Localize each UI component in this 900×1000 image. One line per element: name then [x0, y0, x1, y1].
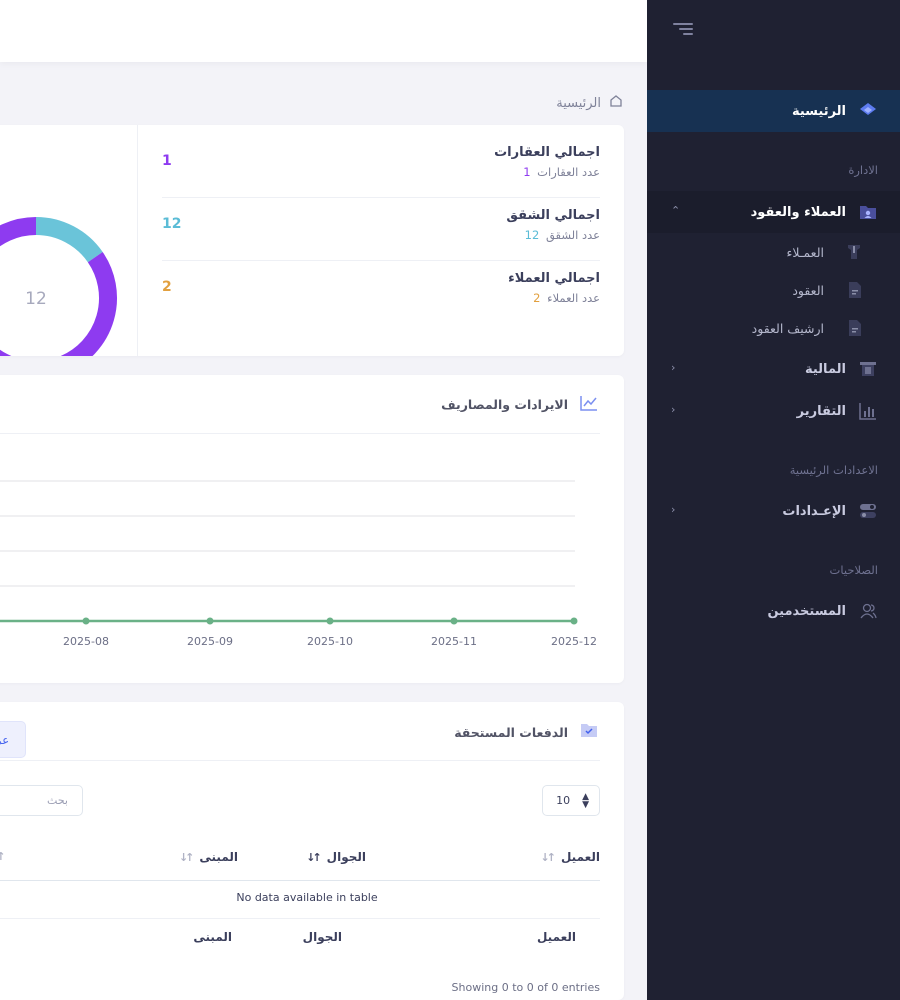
- sidebar-item-users[interactable]: المستخدمين: [647, 590, 900, 632]
- stat-sub-value: 12: [524, 228, 540, 242]
- sidebar-item-label: المستخدمين: [767, 603, 846, 619]
- data-point[interactable]: [82, 617, 90, 625]
- data-point[interactable]: [206, 617, 214, 625]
- x-tick-label: 2025-08: [63, 635, 109, 648]
- sidebar-item-clients-contracts[interactable]: العملاء والعقود ⌃: [647, 191, 900, 233]
- stat-sub-value: 2: [533, 291, 541, 305]
- sidebar-subitem-contracts[interactable]: العقود: [647, 272, 900, 308]
- chevron-left-icon: ‹: [671, 403, 676, 416]
- income-expense-chart: 2025-072025-082025-092025-102025-112025-…: [0, 480, 597, 648]
- x-tick-label: 2025-11: [431, 635, 477, 648]
- users-icon: [858, 601, 878, 621]
- sidebar: الرئيسية الادارة العملاء والعقود ⌃ العمـ…: [647, 0, 900, 1000]
- table-info: Showing 0 to 0 of 0 entries: [451, 981, 600, 994]
- breadcrumb: الرئيسية: [556, 94, 623, 112]
- sidebar-subitem-contract-archive[interactable]: ارشيف العقود: [647, 310, 900, 346]
- sidebar-subitem-clients[interactable]: العمـلاء: [647, 234, 900, 270]
- sidebar-item-label: التقارير: [796, 403, 846, 419]
- x-tick-label: 2025-09: [187, 635, 233, 648]
- x-tick-label: 2025-10: [307, 635, 353, 648]
- toggle-icon: [858, 501, 878, 521]
- data-point[interactable]: [570, 617, 578, 625]
- footer-mobile: الجوال: [302, 930, 342, 944]
- chevron-up-icon: ⌃: [671, 204, 681, 217]
- due-payments-card: الدفعات المستحقة عرض ▲▼ 10 بحث العميل↑↓ …: [0, 702, 624, 1000]
- folder-user-icon: [858, 202, 878, 222]
- folder-check-icon: [580, 723, 598, 741]
- page-size-select[interactable]: ▲ ▼ 10: [542, 785, 600, 816]
- document-icon: [846, 319, 862, 337]
- stat-clients: اجمالي العملاء عدد العملاء 2 2: [162, 261, 600, 324]
- search-input[interactable]: بحث: [0, 785, 83, 816]
- stat-sub-value: 1: [523, 165, 531, 179]
- donut-chart: 12: [0, 217, 117, 356]
- stat-subtitle: عدد الشقق 12: [524, 228, 600, 242]
- stats-card: اجمالي العقارات عدد العقارات 1 1 اجمالي …: [0, 125, 624, 356]
- chevron-left-icon: ‹: [671, 361, 676, 374]
- sidebar-item-label: العملاء والعقود: [750, 204, 846, 220]
- stat-value: 12: [162, 216, 182, 232]
- page-size-value: 10: [556, 794, 571, 807]
- sidebar-heading-management: الادارة: [848, 163, 878, 177]
- bar-chart-icon: [858, 401, 878, 421]
- donut-center-value: 12: [25, 289, 47, 309]
- stats-divider: [137, 125, 138, 356]
- footer-client: العميل: [536, 930, 576, 944]
- data-point[interactable]: [450, 617, 458, 625]
- main-content: الرئيسية اجمالي العقارات عدد العقارات 1 …: [0, 62, 647, 1000]
- stat-title: اجمالي العقارات: [494, 145, 600, 160]
- sidebar-subitem-label: العمـلاء: [786, 244, 824, 260]
- sort-icon: ↑↓: [540, 850, 557, 864]
- wallet-icon: [858, 359, 878, 379]
- sidebar-item-settings[interactable]: الإعـدادات ‹: [647, 490, 900, 532]
- column-header-mobile[interactable]: الجوال ↑↓: [306, 850, 366, 864]
- document-icon: [846, 281, 862, 299]
- stat-title: اجمالي العملاء: [508, 271, 600, 286]
- sort-arrows-icon: ▲ ▼: [582, 791, 589, 810]
- table-header-divider: [0, 880, 600, 881]
- menu-toggle-icon[interactable]: [673, 20, 693, 40]
- due-payments-title: الدفعات المستحقة: [454, 723, 598, 741]
- stat-properties: اجمالي العقارات عدد العقارات 1 1: [162, 135, 600, 198]
- sort-icon: ↑↓: [0, 850, 6, 863]
- sidebar-item-home[interactable]: الرئيسية: [647, 90, 900, 132]
- stat-subtitle: عدد العملاء 2: [533, 291, 600, 305]
- sort-icon: ↑↓: [178, 850, 195, 864]
- footer-building: المبنى: [193, 930, 232, 944]
- sidebar-item-reports[interactable]: التقارير ‹: [647, 390, 900, 432]
- card-divider: [0, 760, 600, 761]
- donut-segment[interactable]: [35, 217, 103, 263]
- column-header-more[interactable]: ↑↓: [0, 850, 10, 863]
- layers-icon: [858, 101, 878, 121]
- stat-value: 2: [162, 279, 172, 295]
- sort-icon: ↑↓: [306, 850, 322, 864]
- empty-table-message: No data available in table: [236, 891, 378, 904]
- sidebar-item-label: الإعـدادات: [782, 503, 846, 519]
- stat-apartments: اجمالي الشقق عدد الشقق 12 12: [162, 198, 600, 261]
- stat-value: 1: [162, 153, 172, 169]
- sidebar-subitem-label: العقود: [792, 282, 824, 298]
- stat-subtitle: عدد العقارات 1: [523, 165, 600, 179]
- data-point[interactable]: [326, 617, 334, 625]
- column-header-client[interactable]: العميل ↑↓: [541, 850, 600, 864]
- sidebar-item-finance[interactable]: المالية ‹: [647, 348, 900, 390]
- user-card-icon: [846, 243, 862, 261]
- x-tick-label: 2025-12: [551, 635, 597, 648]
- stat-title: اجمالي الشقق: [506, 208, 600, 223]
- sidebar-heading-permissions: الصلاحيات: [829, 563, 878, 577]
- sidebar-item-label: الرئيسية: [791, 103, 846, 119]
- chevron-left-icon: ‹: [671, 503, 676, 516]
- view-button[interactable]: عرض: [0, 721, 26, 758]
- breadcrumb-home-link[interactable]: الرئيسية: [556, 96, 601, 111]
- home-icon[interactable]: [609, 94, 623, 112]
- app-root: الرئيسية الادارة العملاء والعقود ⌃ العمـ…: [0, 0, 900, 1000]
- income-expense-card: الايرادات والمصاريف 2025-072025-082025-0…: [0, 375, 624, 683]
- sidebar-heading-main-settings: الاعدادات الرئيسية: [789, 463, 878, 477]
- table-divider: [0, 918, 600, 919]
- top-header: [0, 0, 647, 62]
- sidebar-subitem-label: ارشيف العقود: [751, 320, 824, 336]
- sidebar-item-label: المالية: [804, 361, 846, 377]
- column-header-building[interactable]: المبنى ↑↓: [179, 850, 238, 864]
